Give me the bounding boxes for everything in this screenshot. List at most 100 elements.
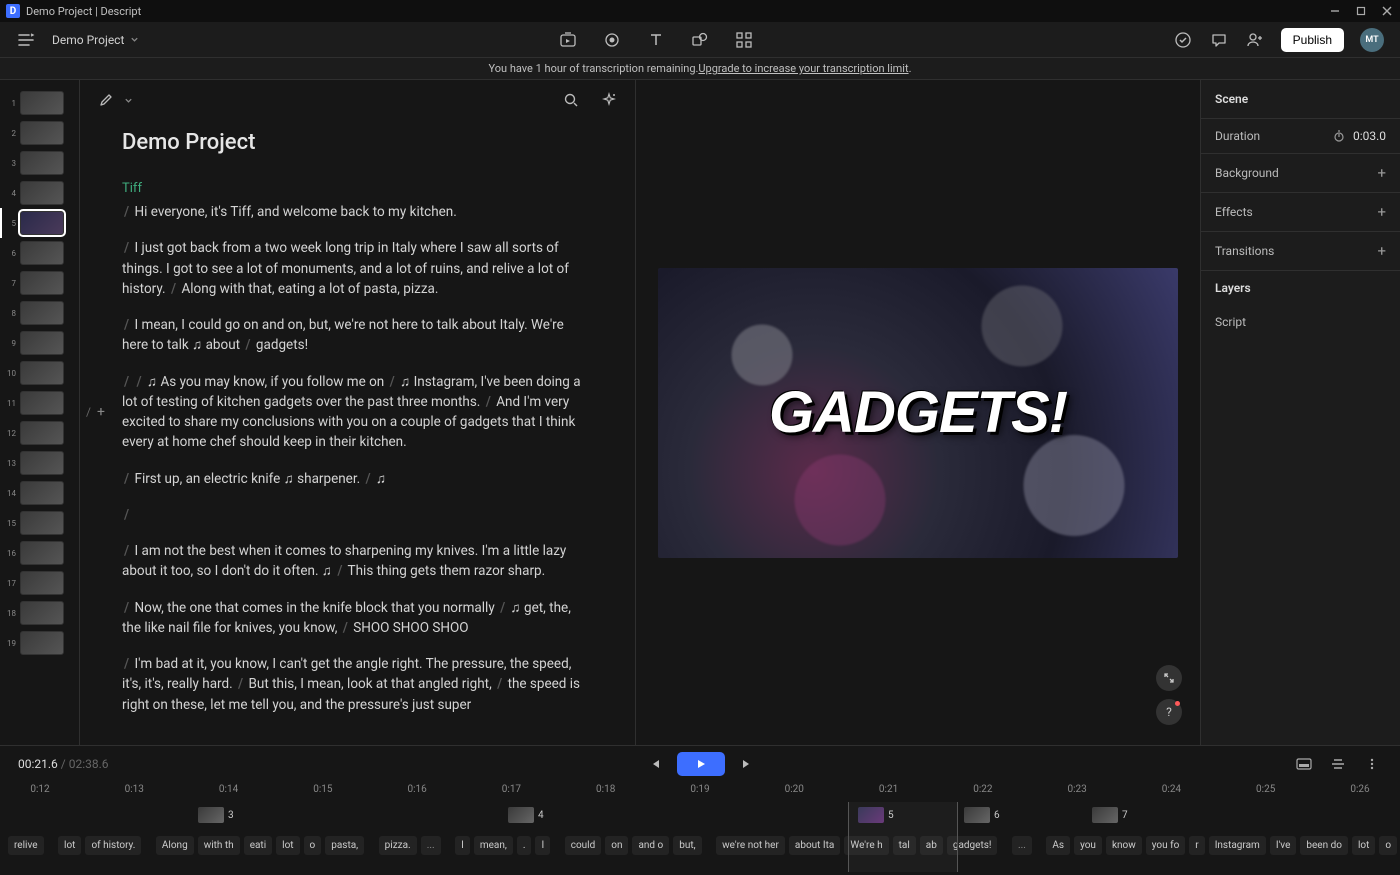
play-button[interactable] <box>677 752 725 776</box>
word-token[interactable]: Instagram <box>1209 836 1266 855</box>
clip-7[interactable]: 7 <box>1092 806 1128 824</box>
word-token[interactable]: eati <box>244 836 272 855</box>
word-token[interactable]: relive <box>8 836 44 855</box>
transcript-paragraph[interactable]: / First up, an electric knife ♫ sharpene… <box>122 469 593 489</box>
transcript-paragraph[interactable]: / <box>122 505 593 525</box>
word-token[interactable] <box>368 836 374 855</box>
word-token[interactable]: I <box>535 836 550 855</box>
speaker-label[interactable]: Tiff <box>122 181 593 196</box>
clip-3[interactable]: 3 <box>198 806 234 824</box>
scene-thumb-8[interactable]: 8 <box>4 298 75 328</box>
word-token[interactable] <box>1036 836 1042 855</box>
clip-track[interactable]: 34567 <box>0 802 1400 830</box>
scene-thumb-2[interactable]: 2 <box>4 118 75 148</box>
skip-back-icon[interactable] <box>643 752 667 776</box>
word-token[interactable]: I <box>455 836 470 855</box>
scene-thumb-19[interactable]: 19 <box>4 628 75 658</box>
word-token[interactable]: I've <box>1270 836 1297 855</box>
word-token[interactable]: lot <box>276 836 299 855</box>
word-token[interactable]: on <box>605 836 628 855</box>
effects-row[interactable]: Effects + <box>1201 192 1400 231</box>
scene-thumb-11[interactable]: 11 <box>4 388 75 418</box>
scene-thumb-13[interactable]: 13 <box>4 448 75 478</box>
transcript-paragraph[interactable]: / I just got back from a two week long t… <box>122 238 593 299</box>
word-token[interactable]: of history. <box>85 836 141 855</box>
word-token[interactable]: lot <box>1352 836 1375 855</box>
slash-marker-icon[interactable]: / <box>86 405 91 419</box>
shapes-icon[interactable] <box>690 30 710 50</box>
video-preview[interactable]: GADGETS! <box>658 268 1178 558</box>
layer-script[interactable]: Script <box>1201 305 1400 339</box>
word-token[interactable]: about Ita <box>789 836 840 855</box>
word-token[interactable] <box>48 836 54 855</box>
transcript-paragraph[interactable]: / Hi everyone, it's Tiff, and welcome ba… <box>122 202 593 222</box>
time-ruler[interactable]: 0:120:130:140:150:160:170:180:190:200:21… <box>0 782 1400 802</box>
word-token[interactable]: o <box>1379 836 1397 855</box>
search-icon[interactable] <box>561 90 581 110</box>
project-title[interactable]: Demo Project <box>122 130 593 155</box>
scene-thumb-10[interactable]: 10 <box>4 358 75 388</box>
media-icon[interactable] <box>558 30 578 50</box>
scene-thumb-16[interactable]: 16 <box>4 538 75 568</box>
project-name-dropdown[interactable]: Demo Project <box>52 33 139 47</box>
scene-rail[interactable]: 12345678910111213141516171819 <box>0 80 80 745</box>
record-icon[interactable] <box>602 30 622 50</box>
layers-header[interactable]: Layers <box>1201 270 1400 305</box>
clip-5[interactable]: 5 <box>858 806 894 824</box>
word-token[interactable]: ... <box>1012 836 1032 855</box>
word-token[interactable]: know <box>1106 836 1142 855</box>
word-token[interactable]: but, <box>673 836 701 855</box>
scene-thumb-9[interactable]: 9 <box>4 328 75 358</box>
chevron-down-icon[interactable] <box>124 96 133 105</box>
word-token[interactable]: you fo <box>1146 836 1186 855</box>
word-token[interactable]: mean, <box>474 836 513 855</box>
align-icon[interactable] <box>1328 754 1348 774</box>
transcript-paragraph[interactable]: / I'm bad at it, you know, I can't get t… <box>122 654 593 715</box>
transcript-paragraph[interactable]: / Now, the one that comes in the knife b… <box>122 598 593 639</box>
add-marker-icon[interactable]: + <box>97 404 105 420</box>
word-token[interactable]: ... <box>421 836 441 855</box>
scene-thumb-7[interactable]: 7 <box>4 268 75 298</box>
word-token[interactable]: . <box>517 836 532 855</box>
transcript-text[interactable]: / Hi everyone, it's Tiff, and welcome ba… <box>122 202 593 715</box>
word-token[interactable] <box>1001 836 1007 855</box>
grid-icon[interactable] <box>734 30 754 50</box>
add-person-icon[interactable] <box>1245 30 1265 50</box>
publish-button[interactable]: Publish <box>1281 28 1344 52</box>
word-token[interactable]: o <box>304 836 322 855</box>
menu-icon[interactable] <box>16 30 36 50</box>
pen-icon[interactable] <box>96 90 116 110</box>
plus-icon[interactable]: + <box>1377 164 1386 182</box>
word-token[interactable]: As <box>1046 836 1070 855</box>
scene-thumb-12[interactable]: 12 <box>4 418 75 448</box>
transcript-paragraph[interactable]: / / ♫ As you may know, if you follow me … <box>122 372 593 453</box>
word-token[interactable] <box>706 836 712 855</box>
upgrade-link[interactable]: Upgrade to increase your transcription l… <box>698 62 908 75</box>
window-minimize-icon[interactable] <box>1328 4 1342 18</box>
scene-thumb-14[interactable]: 14 <box>4 478 75 508</box>
word-token[interactable] <box>554 836 560 855</box>
scene-thumb-15[interactable]: 15 <box>4 508 75 538</box>
comment-icon[interactable] <box>1209 30 1229 50</box>
scene-thumb-4[interactable]: 4 <box>4 178 75 208</box>
scene-thumb-18[interactable]: 18 <box>4 598 75 628</box>
avatar[interactable]: MT <box>1360 28 1384 52</box>
help-icon[interactable]: ? <box>1156 699 1182 725</box>
check-icon[interactable] <box>1173 30 1193 50</box>
skip-forward-icon[interactable] <box>735 752 759 776</box>
plus-icon[interactable]: + <box>1377 242 1386 260</box>
word-token[interactable]: lot <box>58 836 81 855</box>
more-icon[interactable] <box>1362 754 1382 774</box>
word-token[interactable]: pasta, <box>325 836 364 855</box>
transcript-paragraph[interactable]: / I mean, I could go on and on, but, we'… <box>122 315 593 356</box>
word-token[interactable]: Along <box>156 836 194 855</box>
word-token[interactable]: and o <box>632 836 669 855</box>
expand-icon[interactable] <box>1156 665 1182 691</box>
window-maximize-icon[interactable] <box>1354 4 1368 18</box>
plus-icon[interactable]: + <box>1377 203 1386 221</box>
word-track[interactable]: relive lotof history. Alongwith theatilo… <box>0 830 1400 860</box>
clip-4[interactable]: 4 <box>508 806 544 824</box>
word-token[interactable]: r <box>1189 836 1204 855</box>
word-token[interactable]: you <box>1074 836 1102 855</box>
word-token[interactable] <box>445 836 451 855</box>
